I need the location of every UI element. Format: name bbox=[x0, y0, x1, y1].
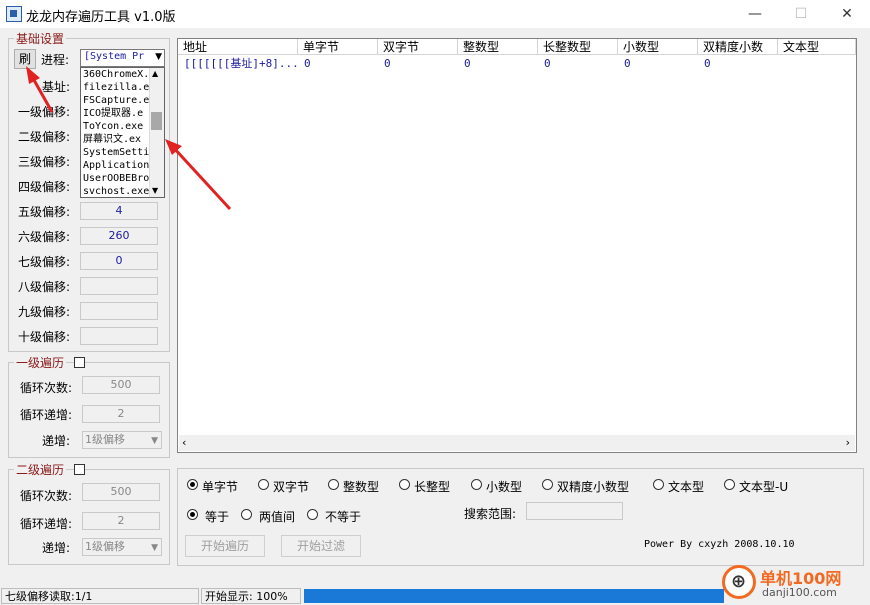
arrow-refresh bbox=[26, 66, 54, 113]
annotation-arrows bbox=[26, 66, 232, 211]
arrow-process-list bbox=[165, 139, 232, 211]
